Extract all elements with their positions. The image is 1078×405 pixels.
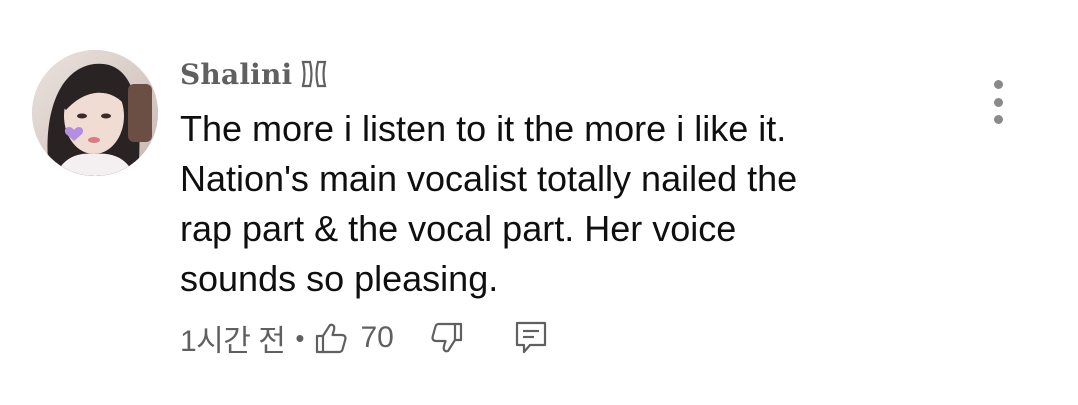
member-badge-icon bbox=[300, 59, 328, 89]
reply-button[interactable] bbox=[514, 320, 548, 356]
comment-text: The more i listen to it the more i like … bbox=[180, 108, 798, 299]
dislike-button[interactable] bbox=[430, 321, 464, 355]
like-button[interactable] bbox=[314, 321, 348, 355]
avatar-image bbox=[32, 50, 158, 176]
menu-dot bbox=[993, 80, 1003, 89]
avatar[interactable] bbox=[32, 50, 158, 176]
more-vert-icon[interactable] bbox=[986, 80, 1010, 124]
separator-dot: • bbox=[295, 322, 305, 353]
author-row: Shalini bbox=[180, 54, 328, 94]
menu-dot bbox=[993, 97, 1003, 107]
author-name[interactable]: Shalini bbox=[180, 58, 292, 91]
comment-item: Shalini The more i listen to it the more… bbox=[0, 0, 1078, 405]
thumbs-down-icon bbox=[431, 322, 462, 353]
comment-timestamp[interactable]: 1시간 전 bbox=[180, 316, 286, 360]
comment-actions: 1시간 전 • 70 bbox=[180, 316, 548, 360]
thumbs-up-icon bbox=[316, 323, 347, 354]
menu-dot bbox=[993, 115, 1003, 124]
like-count: 70 bbox=[360, 321, 394, 354]
reply-comment-icon bbox=[515, 321, 546, 354]
